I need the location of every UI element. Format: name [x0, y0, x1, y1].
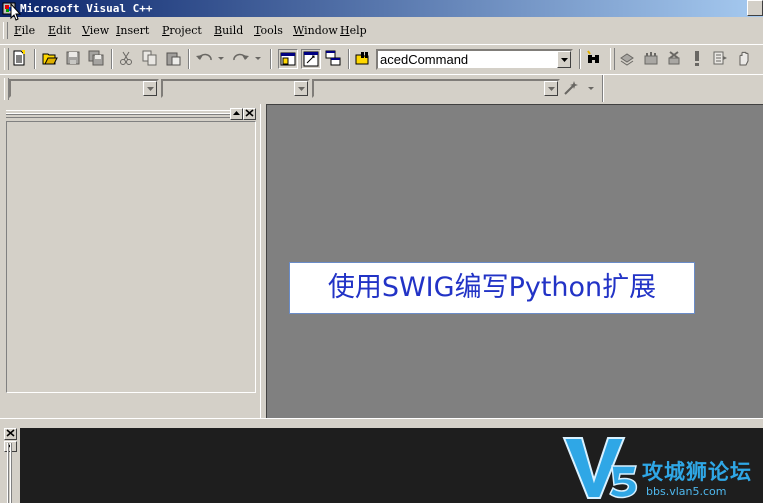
new-text-file-icon[interactable] — [10, 49, 28, 67]
dock-close-button[interactable] — [243, 108, 256, 120]
window-list-icon[interactable] — [324, 49, 342, 67]
go-icon[interactable] — [711, 49, 729, 67]
find-icon[interactable] — [585, 49, 603, 67]
copy-icon[interactable] — [141, 49, 159, 67]
build-icon[interactable] — [642, 49, 660, 67]
toolbar-separator — [270, 49, 272, 69]
dock-maximize-button[interactable] — [230, 108, 243, 120]
watermark-brand: 攻城狮论坛 — [642, 460, 752, 484]
cut-icon[interactable] — [117, 49, 135, 67]
class-combo[interactable] — [9, 79, 159, 98]
save-icon[interactable] — [64, 49, 82, 67]
toolbar-end-separator — [602, 75, 604, 102]
open-icon[interactable] — [41, 49, 59, 67]
save-all-icon[interactable] — [87, 49, 105, 67]
toolbar-grip[interactable] — [610, 48, 615, 70]
workspace-dock-caption[interactable] — [6, 110, 230, 118]
menu-view[interactable]: View — [82, 24, 109, 37]
find-combo-value[interactable]: acedCommand — [380, 52, 468, 67]
menu-tools[interactable]: Tools — [254, 24, 283, 37]
execute-icon[interactable] — [688, 49, 706, 67]
toolbar-separator — [34, 49, 36, 69]
title-bar[interactable]: Microsoft Visual C++ — [0, 0, 763, 21]
menu-edit[interactable]: Edit — [48, 24, 71, 37]
menu-insert[interactable]: Insert — [116, 24, 149, 37]
output-close-button[interactable] — [4, 428, 17, 440]
title-banner: 使用SWIG编写Python扩展 — [289, 262, 695, 314]
menu-file[interactable]: File — [14, 24, 35, 37]
find-combo[interactable]: acedCommand — [376, 49, 573, 70]
toolbar-separator — [579, 49, 581, 69]
paste-icon[interactable] — [164, 49, 182, 67]
filter-combo[interactable] — [161, 79, 310, 98]
workspace-icon[interactable] — [278, 49, 298, 69]
menu-bar-grip[interactable] — [3, 22, 8, 39]
menu-bar: File Edit View Insert Project Build Tool… — [0, 19, 763, 43]
menu-project[interactable]: Project — [162, 24, 202, 37]
workspace-panel[interactable] — [6, 121, 256, 393]
toolbar-grip[interactable] — [4, 48, 9, 70]
window-title: Microsoft Visual C++ — [20, 2, 153, 15]
menu-build[interactable]: Build — [214, 24, 243, 37]
watermark-url: bbs.vlan5.com — [646, 485, 727, 498]
close-window-button[interactable] — [747, 0, 763, 16]
members-combo[interactable] — [312, 79, 560, 98]
output-window-icon[interactable] — [301, 49, 321, 69]
toolbar-separator — [111, 49, 113, 69]
class-combo-dropdown-button[interactable] — [143, 81, 157, 96]
find-combo-dropdown-button[interactable] — [557, 51, 571, 68]
wizard-bar-toolbar — [0, 74, 763, 103]
toolbar-separator — [348, 49, 350, 69]
output-dock-grip[interactable] — [5, 443, 15, 503]
menu-window[interactable]: Window — [293, 24, 338, 37]
menu-help[interactable]: Help — [340, 24, 367, 37]
standard-toolbar: acedCommand — [0, 44, 763, 74]
toolbar-separator — [188, 49, 190, 69]
breakpoint-icon[interactable] — [735, 49, 753, 67]
compile-icon[interactable] — [618, 49, 636, 67]
redo-icon[interactable] — [232, 49, 262, 67]
find-in-files-icon[interactable] — [354, 49, 372, 67]
undo-icon[interactable] — [195, 49, 225, 67]
members-combo-dropdown-button[interactable] — [544, 81, 558, 96]
filter-combo-dropdown-button[interactable] — [294, 81, 308, 96]
stop-build-icon[interactable] — [665, 49, 683, 67]
wizard-action-icon[interactable] — [563, 79, 597, 97]
